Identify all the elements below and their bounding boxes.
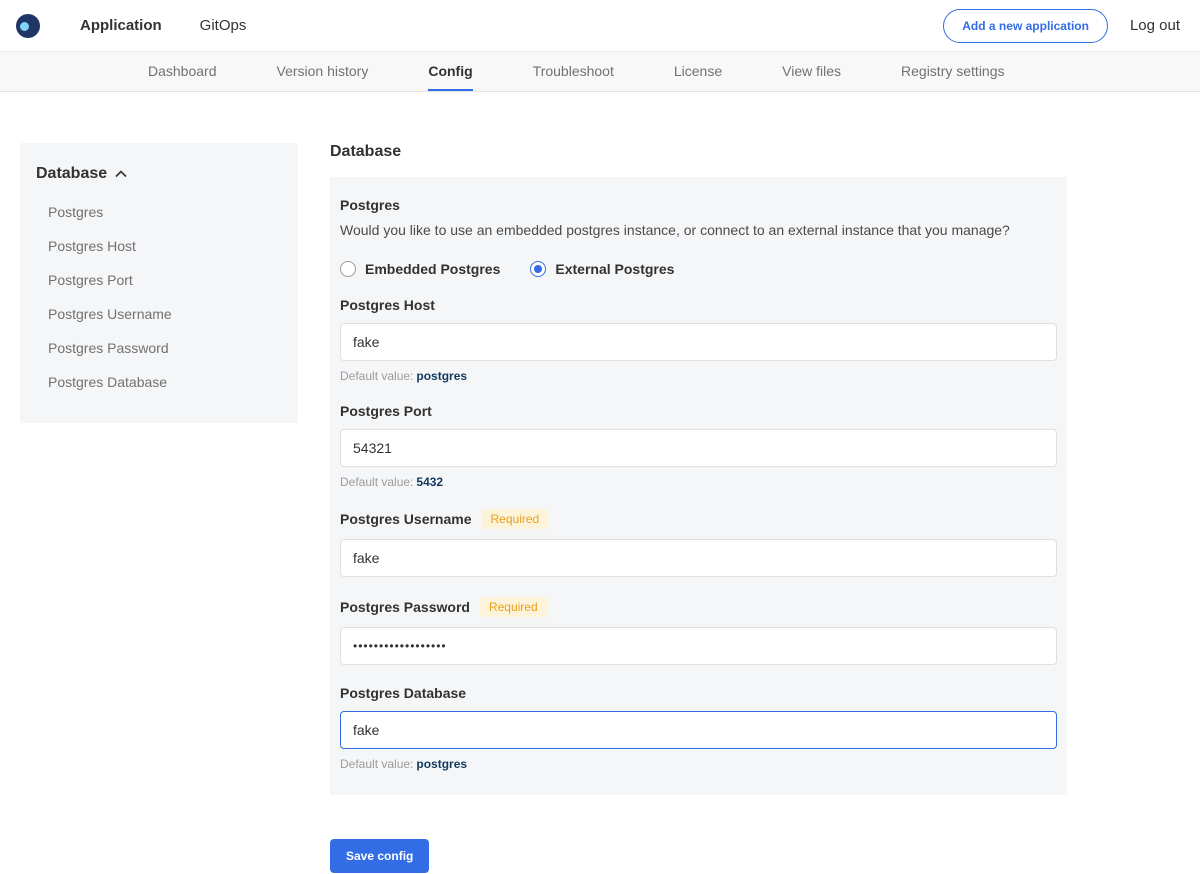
app-sub-navigation: Dashboard Version history Config Trouble…: [0, 52, 1200, 92]
postgres-help-text: Would you like to use an embedded postgr…: [340, 221, 1057, 241]
radio-selected-icon[interactable]: [530, 261, 546, 277]
sidebar-item-postgres-password[interactable]: Postgres Password: [36, 331, 282, 365]
top-tabs: Application GitOps: [80, 0, 246, 51]
postgres-username-label: Postgres Username: [340, 511, 472, 527]
sidebar-group-label: Database: [36, 165, 107, 183]
postgres-mode-radio-group: Embedded Postgres External Postgres: [340, 261, 1057, 277]
postgres-port-input[interactable]: [340, 429, 1057, 467]
postgres-username-input[interactable]: [340, 539, 1057, 577]
section-title: Database: [330, 143, 1067, 161]
radio-embedded-label: Embedded Postgres: [365, 261, 500, 277]
logo-mark-icon: [20, 22, 29, 31]
top-nav-actions: Add a new application Log out: [943, 9, 1186, 43]
tab-registry-settings[interactable]: Registry settings: [901, 52, 1004, 91]
radio-unselected-icon[interactable]: [340, 261, 356, 277]
postgres-database-input[interactable]: [340, 711, 1057, 749]
add-application-button[interactable]: Add a new application: [943, 9, 1108, 43]
top-navigation: Application GitOps Add a new application…: [0, 0, 1200, 52]
postgres-host-default: Default value:postgres: [340, 369, 1057, 383]
chevron-up-icon: [115, 170, 127, 178]
required-badge: Required: [482, 509, 549, 529]
postgres-port-default: Default value:5432: [340, 475, 1057, 489]
sidebar-item-postgres-database[interactable]: Postgres Database: [36, 365, 282, 399]
tab-version-history[interactable]: Version history: [277, 52, 369, 91]
postgres-group-label: Postgres: [340, 197, 1057, 213]
postgres-database-label: Postgres Database: [340, 685, 466, 701]
postgres-password-input[interactable]: [340, 627, 1057, 665]
postgres-host-label: Postgres Host: [340, 297, 435, 313]
config-group-card: Postgres Would you like to use an embedd…: [330, 177, 1067, 795]
sidebar-item-postgres[interactable]: Postgres: [36, 195, 282, 229]
postgres-host-input[interactable]: [340, 323, 1057, 361]
field-postgres-database: Postgres Database Default value:postgres: [340, 685, 1057, 771]
field-postgres-username: Postgres Username Required: [340, 509, 1057, 577]
app-logo[interactable]: [16, 14, 40, 38]
logout-link[interactable]: Log out: [1130, 17, 1180, 34]
config-sidebar: Database Postgres Postgres Host Postgres…: [20, 143, 298, 423]
postgres-port-label: Postgres Port: [340, 403, 432, 419]
field-postgres-password: Postgres Password Required: [340, 597, 1057, 665]
postgres-password-label: Postgres Password: [340, 599, 470, 615]
sidebar-item-postgres-host[interactable]: Postgres Host: [36, 229, 282, 263]
save-config-button[interactable]: Save config: [330, 839, 429, 873]
tab-view-files[interactable]: View files: [782, 52, 841, 91]
tab-gitops[interactable]: GitOps: [200, 0, 247, 52]
tab-dashboard[interactable]: Dashboard: [148, 52, 217, 91]
field-postgres-host: Postgres Host Default value:postgres: [340, 297, 1057, 383]
tab-config[interactable]: Config: [428, 52, 472, 91]
config-page: Database Postgres Postgres Host Postgres…: [0, 92, 1200, 874]
tab-license[interactable]: License: [674, 52, 722, 91]
sidebar-item-postgres-username[interactable]: Postgres Username: [36, 297, 282, 331]
config-content: Database Postgres Would you like to use …: [330, 143, 1067, 873]
radio-embedded-postgres[interactable]: Embedded Postgres: [340, 261, 500, 277]
radio-external-postgres[interactable]: External Postgres: [530, 261, 674, 277]
postgres-database-default: Default value:postgres: [340, 757, 1057, 771]
sidebar-group-database[interactable]: Database: [36, 165, 282, 183]
radio-external-label: External Postgres: [555, 261, 674, 277]
tab-application[interactable]: Application: [80, 0, 162, 52]
sidebar-item-postgres-port[interactable]: Postgres Port: [36, 263, 282, 297]
field-postgres-port: Postgres Port Default value:5432: [340, 403, 1057, 489]
required-badge: Required: [480, 597, 547, 617]
tab-troubleshoot[interactable]: Troubleshoot: [533, 52, 614, 91]
